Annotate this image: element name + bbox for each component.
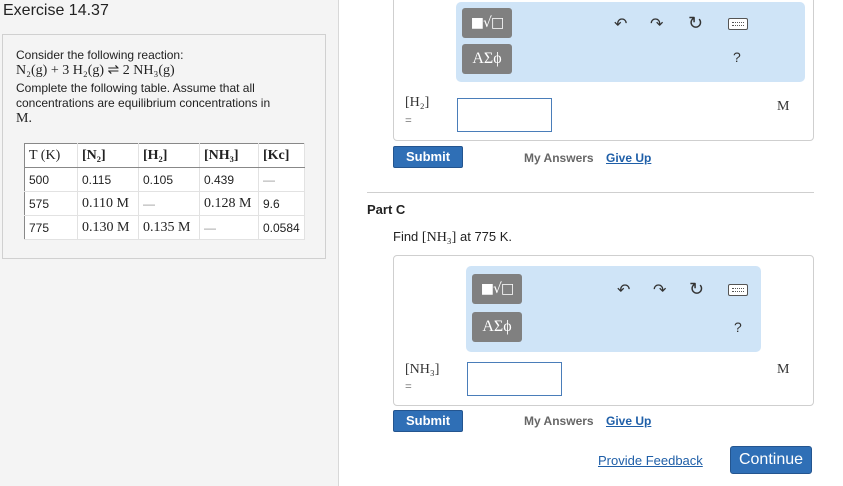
problem-panel: Exercise 14.37 Consider the following re… bbox=[0, 0, 339, 486]
help-icon[interactable]: ? bbox=[733, 49, 741, 65]
part-c-submit-button[interactable]: Submit bbox=[393, 410, 463, 432]
nh3-answer-input[interactable] bbox=[467, 362, 562, 396]
table-cell: 500 bbox=[24, 167, 78, 192]
reset-icon[interactable]: ↻ bbox=[689, 279, 704, 300]
header-kc: [Kc] bbox=[258, 143, 305, 168]
radical-template-button[interactable]: ■√□ bbox=[472, 274, 522, 304]
undo-icon[interactable]: ↶ bbox=[614, 14, 627, 34]
table-cell: 0.115 bbox=[77, 167, 139, 192]
equals-sign: = bbox=[405, 379, 412, 393]
part-c-label: Part C bbox=[367, 202, 406, 217]
problem-intro: Consider the following reaction: bbox=[16, 48, 184, 62]
table-cell: — bbox=[138, 191, 200, 216]
problem-instruction-3: M. bbox=[16, 111, 32, 126]
h2-variable-label: [H₂] bbox=[405, 95, 430, 110]
part-b-give-up-link[interactable]: Give Up bbox=[606, 151, 651, 165]
table-cell: 0.130 M bbox=[77, 215, 139, 240]
problem-box: Consider the following reaction: N₂(g) +… bbox=[2, 34, 326, 259]
problem-instruction-2: concentrations are equilibrium concentra… bbox=[16, 96, 271, 110]
header-h2: [H₂] bbox=[138, 143, 200, 168]
part-b-my-answers-link[interactable]: My Answers bbox=[524, 151, 594, 165]
equilibrium-table: T (K) [N₂] [H₂] [NH₃] [Kc] 500 0.115 0.1… bbox=[24, 143, 305, 240]
table-row: 575 0.110 M — 0.128 M 9.6 bbox=[24, 191, 305, 216]
reset-icon[interactable]: ↻ bbox=[688, 13, 703, 34]
table-cell: 0.0584 bbox=[258, 215, 305, 240]
h2-answer-input[interactable] bbox=[457, 98, 552, 132]
table-cell: 575 bbox=[24, 191, 78, 216]
part-b-submit-button[interactable]: Submit bbox=[393, 146, 463, 168]
nh3-unit-label: M bbox=[777, 362, 790, 377]
part-b-answer-area: ■√□ ΑΣϕ ↶ ↷ ↻ ? [H₂] = M bbox=[393, 0, 814, 141]
radical-template-button[interactable]: ■√□ bbox=[462, 8, 512, 38]
table-cell: 0.110 M bbox=[77, 191, 139, 216]
table-row: 775 0.130 M 0.135 M — 0.0584 bbox=[24, 215, 305, 240]
keyboard-icon[interactable] bbox=[728, 284, 748, 296]
nh3-variable-label: [NH₃] bbox=[405, 362, 440, 377]
table-header-row: T (K) [N₂] [H₂] [NH₃] [Kc] bbox=[24, 143, 305, 168]
header-nh3: [NH₃] bbox=[199, 143, 259, 168]
table-cell: 775 bbox=[24, 215, 78, 240]
part-c-math-toolbar: ■√□ ΑΣϕ ↶ ↷ ↻ ? bbox=[466, 266, 761, 352]
problem-instruction-1: Complete the following table. Assume tha… bbox=[16, 81, 255, 95]
redo-icon[interactable]: ↷ bbox=[653, 280, 666, 300]
redo-icon[interactable]: ↷ bbox=[650, 14, 663, 34]
reaction-equation: N₂(g) + 3 H₂(g) ⇌ 2 NH₃(g) bbox=[16, 63, 175, 78]
part-c-answer-area: ■√□ ΑΣϕ ↶ ↷ ↻ ? [NH₃] = M bbox=[393, 255, 814, 406]
header-n2: [N₂] bbox=[77, 143, 139, 168]
table-cell: 9.6 bbox=[258, 191, 305, 216]
table-cell: 0.439 bbox=[199, 167, 259, 192]
undo-icon[interactable]: ↶ bbox=[617, 280, 630, 300]
exercise-title: Exercise 14.37 bbox=[3, 2, 109, 19]
part-c-give-up-link[interactable]: Give Up bbox=[606, 414, 651, 428]
table-cell: 0.128 M bbox=[199, 191, 259, 216]
equals-sign: = bbox=[405, 113, 412, 127]
h2-unit-label: M bbox=[777, 99, 790, 114]
part-b-math-toolbar: ■√□ ΑΣϕ ↶ ↷ ↻ ? bbox=[456, 2, 805, 82]
provide-feedback-link[interactable]: Provide Feedback bbox=[598, 453, 703, 468]
table-cell: — bbox=[258, 167, 305, 192]
greek-symbols-button[interactable]: ΑΣϕ bbox=[472, 312, 522, 342]
table-cell: 0.135 M bbox=[138, 215, 200, 240]
help-icon[interactable]: ? bbox=[734, 319, 742, 335]
part-c-question: Find [NH₃] at 775 K. bbox=[393, 229, 513, 245]
table-row: 500 0.115 0.105 0.439 — bbox=[24, 167, 305, 192]
keyboard-icon[interactable] bbox=[728, 18, 748, 30]
continue-button[interactable]: Continue bbox=[730, 446, 812, 474]
section-divider bbox=[367, 192, 814, 193]
table-cell: — bbox=[199, 215, 259, 240]
part-c-my-answers-link[interactable]: My Answers bbox=[524, 414, 594, 428]
greek-symbols-button[interactable]: ΑΣϕ bbox=[462, 44, 512, 74]
header-temperature: T (K) bbox=[24, 143, 78, 168]
table-cell: 0.105 bbox=[138, 167, 200, 192]
